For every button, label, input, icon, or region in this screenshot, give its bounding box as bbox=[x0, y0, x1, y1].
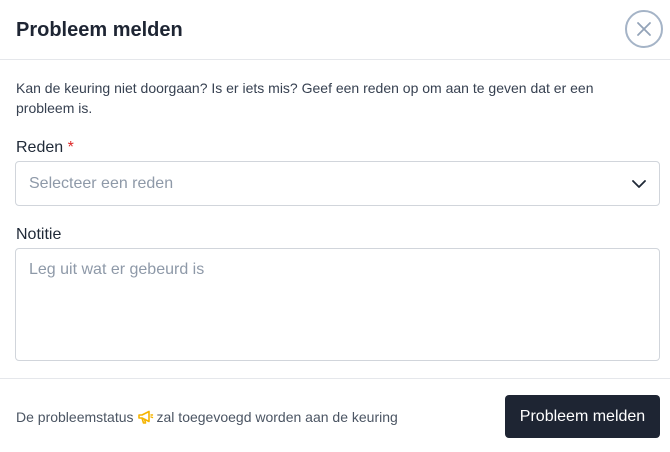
required-marker: * bbox=[67, 139, 74, 156]
close-button[interactable] bbox=[625, 10, 663, 48]
dialog-body: Kan de keuring niet doorgaan? Is er iets… bbox=[0, 60, 670, 378]
dialog-header: Probleem melden bbox=[0, 0, 670, 60]
footer-note: De probleemstatus zal toegevoegd worden … bbox=[16, 407, 398, 427]
reason-label-text: Reden bbox=[16, 139, 64, 156]
footer-note-before: De probleemstatus bbox=[16, 409, 134, 425]
report-problem-button[interactable]: Probleem melden bbox=[505, 395, 660, 438]
reason-select[interactable]: Selecteer een reden bbox=[15, 161, 660, 206]
dialog-description: Kan de keuring niet doorgaan? Is er iets… bbox=[16, 80, 594, 116]
dialog-title: Probleem melden bbox=[16, 19, 183, 41]
note-textarea[interactable] bbox=[15, 248, 660, 361]
close-icon bbox=[637, 22, 651, 36]
dialog-footer: De probleemstatus zal toegevoegd worden … bbox=[0, 378, 670, 452]
reason-select-placeholder: Selecteer een reden bbox=[29, 175, 174, 192]
megaphone-icon bbox=[137, 410, 153, 424]
footer-note-after: zal toegevoegd worden aan de keuring bbox=[156, 409, 398, 425]
note-label: Notitie bbox=[16, 226, 62, 243]
reason-label: Reden * bbox=[16, 138, 74, 158]
chevron-down-icon bbox=[632, 180, 646, 188]
